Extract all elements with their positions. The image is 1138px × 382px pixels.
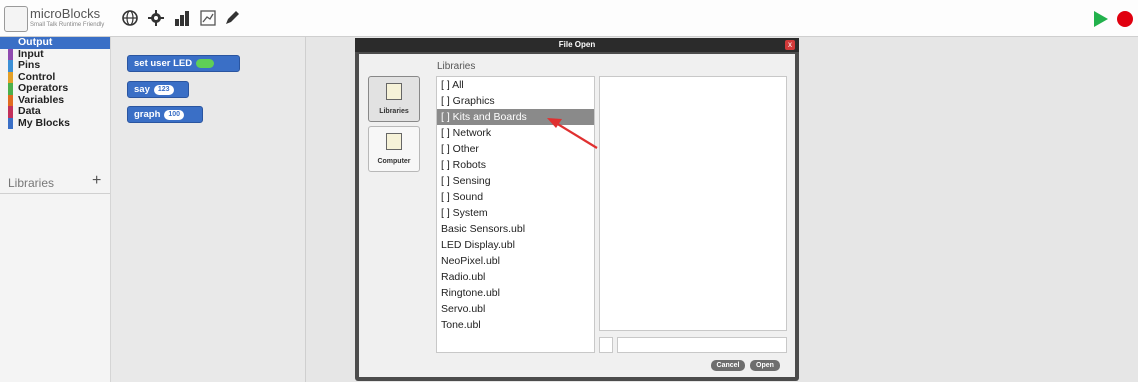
block-arg[interactable]: 100: [164, 109, 185, 120]
list-item[interactable]: Servo.ubl: [437, 301, 594, 317]
sidebar-item-input[interactable]: Input: [0, 47, 110, 60]
file-list[interactable]: [ ] All[ ] Graphics[ ] Kits and Boards[ …: [436, 76, 595, 353]
app-logo[interactable]: microBlocks Small Talk Runtime Friendly: [4, 3, 108, 33]
category-swatch: [8, 106, 13, 118]
block-palette: set user LED say 123 graph 100: [111, 37, 305, 382]
sidebar-item-my-blocks[interactable]: My Blocks: [0, 116, 110, 129]
category-swatch: [8, 117, 13, 129]
list-item[interactable]: [ ] All: [437, 77, 594, 93]
preview-pane: [599, 76, 787, 331]
list-item[interactable]: [ ] Robots: [437, 157, 594, 173]
sidebar-item-variables[interactable]: Variables: [0, 93, 110, 106]
stop-button[interactable]: [1117, 11, 1133, 27]
sidebar-item-label: Input: [18, 47, 44, 60]
list-item[interactable]: [ ] Graphics: [437, 93, 594, 109]
list-item[interactable]: Radio.ubl: [437, 269, 594, 285]
list-item[interactable]: Ringtone.ubl: [437, 285, 594, 301]
list-item[interactable]: LED Display.ubl: [437, 237, 594, 253]
sidebar-item-label: Variables: [18, 93, 65, 106]
pen-icon[interactable]: [222, 8, 242, 28]
file-open-dialog: File Open x Libraries Computer Libraries…: [355, 38, 799, 381]
filename-field[interactable]: [617, 337, 787, 353]
library-icon: [386, 83, 402, 100]
libraries-label[interactable]: Libraries: [8, 176, 54, 190]
top-toolbar: microBlocks Small Talk Runtime Friendly: [0, 0, 1138, 37]
open-button[interactable]: Open: [750, 360, 780, 371]
chart-window-icon[interactable]: [198, 8, 218, 28]
add-library-button[interactable]: +: [92, 172, 101, 190]
app-title: microBlocks: [30, 6, 101, 21]
sidebar-item-label: Output: [18, 36, 53, 48]
cancel-button[interactable]: Cancel: [711, 360, 745, 371]
category-swatch: [8, 83, 13, 95]
set-user-led-block[interactable]: set user LED: [127, 55, 240, 72]
block-arg[interactable]: 123: [153, 84, 174, 95]
list-item[interactable]: Basic Sensors.ubl: [437, 221, 594, 237]
app-tagline: Small Talk Runtime Friendly: [30, 22, 105, 28]
sidebar-item-label: My Blocks: [18, 116, 70, 129]
sidebar-item-label: Control: [18, 70, 56, 83]
block-label: graph: [134, 109, 161, 120]
category-swatch: [8, 71, 13, 83]
list-item[interactable]: [ ] Sound: [437, 189, 594, 205]
globe-icon[interactable]: [120, 8, 140, 28]
graph-block[interactable]: graph 100: [127, 106, 203, 123]
list-item[interactable]: NeoPixel.ubl: [437, 253, 594, 269]
sidebar-item-label: Pins: [18, 59, 41, 71]
category-swatch: [8, 60, 13, 72]
list-item[interactable]: [ ] Sensing: [437, 173, 594, 189]
dialog-title[interactable]: File Open: [355, 38, 799, 52]
divider: [0, 193, 110, 194]
list-title: Libraries: [437, 61, 476, 72]
list-item[interactable]: Tone.ubl: [437, 317, 594, 333]
list-item[interactable]: [ ] Kits and Boards: [437, 109, 594, 125]
close-icon[interactable]: x: [785, 40, 795, 50]
dialog-body: Libraries Computer Libraries [ ] All[ ] …: [359, 54, 795, 377]
libraries-source-button[interactable]: Libraries: [368, 76, 420, 122]
category-swatch: [8, 94, 13, 106]
checkbox[interactable]: [599, 337, 613, 353]
category-sidebar: Output Input Pins Control Operators Variables…: [0, 36, 111, 382]
say-block[interactable]: say 123: [127, 81, 189, 98]
category-swatch: [8, 48, 13, 60]
toggle-icon[interactable]: [196, 59, 215, 68]
run-button[interactable]: [1094, 11, 1108, 27]
sidebar-item-label: Operators: [18, 82, 69, 94]
folder-icon: [386, 133, 402, 150]
source-label: Computer: [377, 158, 411, 165]
category-list: Output Input Pins Control Operators Variables…: [0, 36, 110, 129]
source-label: Libraries: [379, 108, 409, 115]
block-label: set user LED: [134, 58, 193, 69]
list-item[interactable]: [ ] Network: [437, 125, 594, 141]
logo-icon: [4, 6, 28, 32]
gear-icon[interactable]: [146, 8, 166, 28]
computer-source-button[interactable]: Computer: [368, 126, 420, 172]
block-label: say: [134, 84, 150, 95]
list-item[interactable]: [ ] System: [437, 205, 594, 221]
sidebar-item-label: Data: [18, 105, 41, 117]
list-item[interactable]: [ ] Other: [437, 141, 594, 157]
bar-graph-icon[interactable]: [172, 8, 192, 28]
sidebar-item-output[interactable]: Output: [0, 36, 110, 49]
